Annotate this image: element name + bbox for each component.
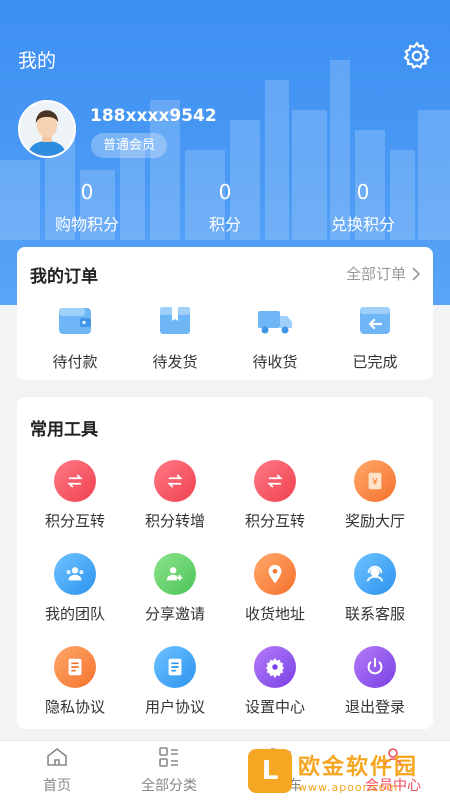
avatar[interactable] (18, 100, 76, 158)
stat-label: 积分 (208, 215, 241, 234)
tab-home[interactable]: 首页 (12, 745, 102, 795)
order-pending-payment[interactable]: 待付款 (25, 303, 125, 372)
tool-privacy-policy[interactable]: 隐私协议 (25, 646, 125, 717)
tool-points-gift[interactable]: 积分转增 (125, 460, 225, 531)
team-icon (66, 567, 84, 581)
document-icon (168, 658, 182, 676)
order-label: 待收货 (252, 353, 298, 371)
order-completed[interactable]: 已完成 (325, 303, 425, 372)
tools-card: 常用工具 积分互转 积分转增 积分互转 ¥ 奖励大厅 我的团队 分享邀请 收货地… (17, 397, 433, 729)
stat-label: 兑换积分 (330, 215, 395, 234)
tool-user-agreement[interactable]: 用户协议 (125, 646, 225, 717)
document-icon (68, 658, 82, 676)
add-user-icon (166, 567, 183, 581)
tool-points-transfer[interactable]: 积分互转 (25, 460, 125, 531)
home-icon (47, 747, 67, 766)
tool-label: 分享邀请 (144, 605, 205, 623)
tool-settings-center[interactable]: 设置中心 (225, 646, 325, 717)
tool-share-invite[interactable]: 分享邀请 (125, 553, 225, 624)
svg-text:¥: ¥ (372, 477, 378, 488)
order-pending-receipt[interactable]: 待收货 (225, 303, 325, 372)
order-label: 待付款 (52, 353, 98, 371)
tool-label: 收货地址 (244, 605, 305, 623)
tool-label: 设置中心 (244, 698, 305, 716)
my-orders-card: 我的订单 全部订单 待付款 待发货 待收货 已完成 (17, 247, 433, 380)
tab-label: 首页 (43, 778, 71, 794)
site-watermark: L 欧金软件园 www.apoor.com (248, 745, 446, 797)
box-icon (160, 307, 190, 334)
tool-shipping-address[interactable]: 收货地址 (225, 553, 325, 624)
tool-logout[interactable]: 退出登录 (325, 646, 425, 717)
return-box-icon (360, 307, 390, 334)
gear-icon[interactable] (401, 40, 433, 72)
tool-label: 积分转增 (144, 512, 205, 530)
chevron-right-icon (412, 266, 421, 281)
stat-points[interactable]: 0 积分 (155, 180, 295, 235)
watermark-url: www.apoor.com (298, 780, 399, 794)
tool-points-exchange[interactable]: 积分互转 (225, 460, 325, 531)
watermark-text: 欧金软件园 (298, 754, 419, 780)
tool-my-team[interactable]: 我的团队 (25, 553, 125, 624)
order-label: 待发货 (152, 353, 198, 371)
user-phone: 188xxxx9542 (90, 106, 217, 126)
tool-reward-hall[interactable]: ¥ 奖励大厅 (325, 460, 425, 531)
tool-label: 积分互转 (244, 512, 305, 530)
stat-shopping-points[interactable]: 0 购物积分 (17, 180, 157, 235)
order-label: 已完成 (352, 353, 398, 371)
stat-exchange-points[interactable]: 0 兑换积分 (293, 180, 433, 235)
gear-icon (265, 657, 285, 678)
orders-title: 我的订单 (30, 267, 98, 287)
member-level-badge: 普通会员 (91, 133, 168, 158)
headset-icon (366, 565, 384, 582)
tool-label: 用户协议 (144, 698, 205, 716)
page-title: 我的 (18, 50, 57, 72)
tool-label: 奖励大厅 (344, 512, 405, 530)
tool-label: 联系客服 (344, 605, 405, 623)
tab-categories[interactable]: 全部分类 (124, 745, 214, 795)
all-orders-link[interactable]: 全部订单 (346, 263, 421, 284)
location-pin-icon (268, 564, 282, 584)
swap-icon (67, 474, 83, 488)
swap-icon (267, 474, 283, 488)
watermark-logo: L (248, 749, 292, 793)
tool-label: 隐私协议 (44, 698, 105, 716)
tool-label: 积分互转 (44, 512, 105, 530)
swap-icon (167, 474, 183, 488)
order-pending-shipment[interactable]: 待发货 (125, 303, 225, 372)
tool-label: 退出登录 (344, 698, 405, 716)
user-avatar-illustration (20, 102, 74, 156)
tool-customer-service[interactable]: 联系客服 (325, 553, 425, 624)
wallet-icon (59, 308, 91, 334)
tool-label: 我的团队 (44, 605, 105, 623)
stat-value: 0 (356, 180, 370, 204)
power-icon (367, 657, 383, 675)
stat-value: 0 (218, 180, 232, 204)
stat-value: 0 (80, 180, 94, 204)
tools-title: 常用工具 (30, 420, 98, 440)
category-icon (159, 747, 178, 767)
stat-label: 购物积分 (54, 215, 119, 234)
yen-icon: ¥ (368, 472, 382, 490)
truck-icon (258, 311, 292, 334)
tab-label: 全部分类 (141, 778, 197, 794)
all-orders-label: 全部订单 (345, 265, 406, 283)
